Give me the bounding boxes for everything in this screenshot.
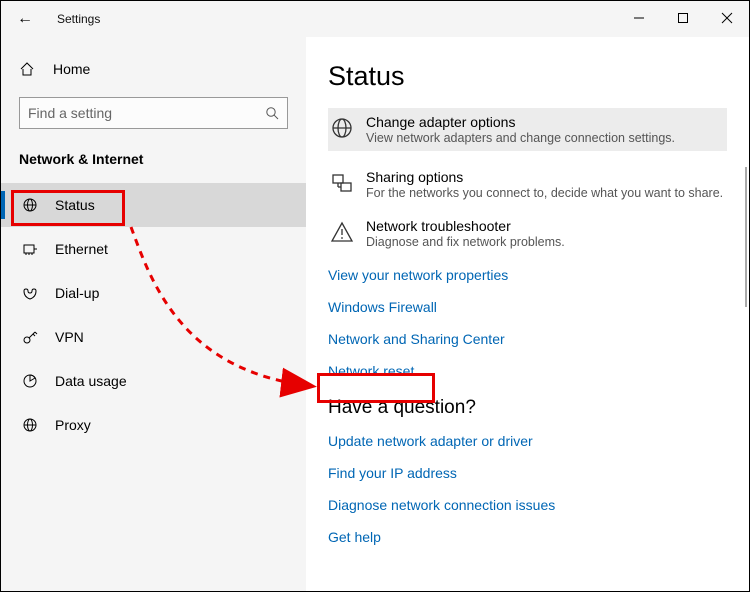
nav-label: Ethernet (55, 241, 108, 257)
titlebar: ← Settings (1, 1, 749, 37)
home-icon (19, 61, 35, 77)
globe-icon (328, 114, 356, 140)
category-title: Network & Internet (1, 141, 306, 177)
sidebar-item-proxy[interactable]: Proxy (1, 403, 306, 447)
sidebar-item-datausage[interactable]: Data usage (1, 359, 306, 403)
link-network-sharing-center[interactable]: Network and Sharing Center (328, 331, 727, 347)
window-title: Settings (57, 12, 100, 26)
datausage-icon (21, 373, 39, 389)
home-button[interactable]: Home (1, 51, 306, 87)
sidebar-item-ethernet[interactable]: Ethernet (1, 227, 306, 271)
warning-icon (328, 218, 356, 244)
content-area: Status Change adapter options View netwo… (306, 37, 749, 591)
option-title: Network troubleshooter (366, 218, 565, 234)
close-button[interactable] (705, 1, 749, 35)
status-icon (21, 197, 39, 213)
link-diagnose-issues[interactable]: Diagnose network connection issues (328, 497, 727, 513)
body: Home Network & Internet Status (1, 37, 749, 591)
proxy-icon (21, 417, 39, 433)
sidebar-item-dialup[interactable]: Dial-up (1, 271, 306, 315)
nav-label: VPN (55, 329, 84, 345)
sidebar-item-vpn[interactable]: VPN (1, 315, 306, 359)
link-get-help[interactable]: Get help (328, 529, 727, 545)
question-heading: Have a question? (328, 397, 727, 419)
link-find-ip[interactable]: Find your IP address (328, 465, 727, 481)
option-change-adapter[interactable]: Change adapter options View network adap… (328, 108, 727, 151)
nav-label: Dial-up (55, 285, 99, 301)
page-title: Status (328, 61, 727, 92)
window-controls (617, 1, 749, 35)
nav-list: Status Ethernet Dial-up (1, 183, 306, 447)
link-windows-firewall[interactable]: Windows Firewall (328, 299, 727, 315)
scrollbar-thumb[interactable] (745, 167, 747, 307)
nav-label: Status (55, 197, 95, 213)
search-input[interactable] (28, 105, 265, 121)
option-troubleshooter[interactable]: Network troubleshooter Diagnose and fix … (328, 218, 727, 249)
dialup-icon (21, 285, 39, 301)
link-update-adapter[interactable]: Update network adapter or driver (328, 433, 727, 449)
back-button[interactable]: ← (17, 10, 33, 28)
link-view-properties[interactable]: View your network properties (328, 267, 727, 283)
search-box[interactable] (19, 97, 288, 129)
minimize-button[interactable] (617, 1, 661, 35)
option-sharing[interactable]: Sharing options For the networks you con… (328, 169, 727, 200)
maximize-button[interactable] (661, 1, 705, 35)
scrollbar[interactable] (735, 37, 749, 591)
option-title: Change adapter options (366, 114, 675, 130)
nav-label: Proxy (55, 417, 91, 433)
option-sub: Diagnose and fix network problems. (366, 235, 565, 249)
link-network-reset[interactable]: Network reset (328, 363, 727, 379)
sidebar-item-status[interactable]: Status (1, 183, 306, 227)
sharing-icon (328, 169, 356, 195)
vpn-icon (21, 329, 39, 345)
home-label: Home (53, 61, 90, 77)
ethernet-icon (21, 241, 39, 257)
option-sub: View network adapters and change connect… (366, 131, 675, 145)
option-title: Sharing options (366, 169, 723, 185)
sidebar: Home Network & Internet Status (1, 37, 306, 591)
search-icon (265, 106, 279, 120)
settings-window: ← Settings Home (0, 0, 750, 592)
option-sub: For the networks you connect to, decide … (366, 186, 723, 200)
nav-label: Data usage (55, 373, 127, 389)
